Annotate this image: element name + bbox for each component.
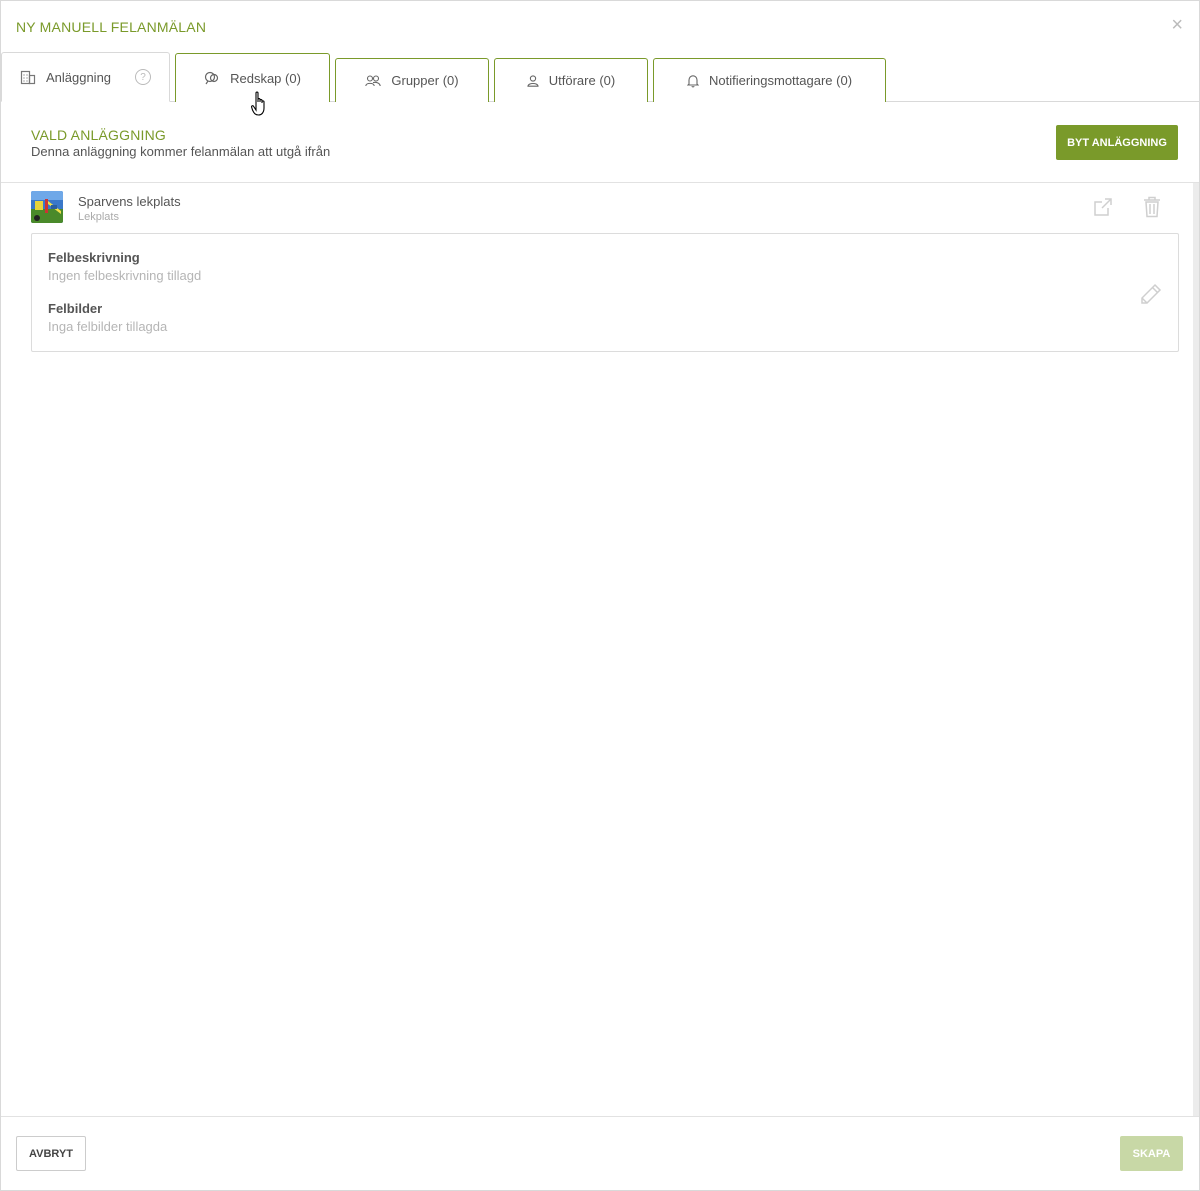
building-icon xyxy=(20,70,36,85)
facility-type: Lekplats xyxy=(78,211,119,223)
trash-icon[interactable] xyxy=(1143,196,1161,223)
images-value: Inga felbilder tillagda xyxy=(48,319,168,334)
tab-groups[interactable]: Grupper (0) xyxy=(335,58,489,102)
tab-equipment-label: Redskap (0) xyxy=(230,70,301,86)
dialog-title: NY MANUELL FELANMÄLAN xyxy=(16,19,207,35)
description-value: Ingen felbeskrivning tillagd xyxy=(48,268,202,283)
pencil-icon[interactable] xyxy=(1140,283,1162,310)
tab-notification-recipients[interactable]: Notifieringsmottagare (0) xyxy=(653,58,886,102)
dialog-footer: AVBRYT SKAPA xyxy=(1,1116,1199,1191)
dialog-header: NY MANUELL FELANMÄLAN × xyxy=(1,1,1199,53)
bell-icon xyxy=(686,74,699,88)
create-button[interactable]: SKAPA xyxy=(1120,1136,1183,1171)
facility-thumbnail xyxy=(31,191,63,223)
equipment-icon xyxy=(204,71,220,85)
help-icon[interactable]: ? xyxy=(135,69,152,85)
group-icon xyxy=(365,74,382,87)
section-subtitle: Denna anläggning kommer felanmälan att u… xyxy=(31,144,331,159)
change-facility-button[interactable]: BYT ANLÄGGNING xyxy=(1056,125,1178,160)
hand-cursor-icon xyxy=(251,91,269,122)
description-label: Felbeskrivning xyxy=(48,250,140,265)
person-icon xyxy=(527,74,539,87)
tab-notification-recipients-label: Notifieringsmottagare (0) xyxy=(708,73,853,88)
close-icon[interactable]: × xyxy=(1171,15,1183,35)
tab-performers[interactable]: Utförare (0) xyxy=(494,58,648,102)
section-title: VALD ANLÄGGNING xyxy=(31,127,167,143)
scrollbar-thumb[interactable] xyxy=(1193,183,1199,1117)
tab-facility[interactable]: Anläggning ? xyxy=(1,52,170,102)
tab-performers-label: Utförare (0) xyxy=(548,73,616,88)
external-link-icon[interactable] xyxy=(1093,197,1113,222)
tab-groups-label: Grupper (0) xyxy=(391,73,459,88)
fault-details-card: Felbeskrivning Ingen felbeskrivning till… xyxy=(31,233,1179,352)
images-label: Felbilder xyxy=(48,301,103,316)
facility-name: Sparvens lekplats xyxy=(78,194,181,209)
new-manual-report-dialog: NY MANUELL FELANMÄLAN × Anläggning ? Red xyxy=(0,0,1200,1191)
tab-facility-label: Anläggning xyxy=(45,69,112,85)
cancel-button[interactable]: AVBRYT xyxy=(16,1136,86,1171)
facility-row: Sparvens lekplats Lekplats xyxy=(31,191,1179,225)
